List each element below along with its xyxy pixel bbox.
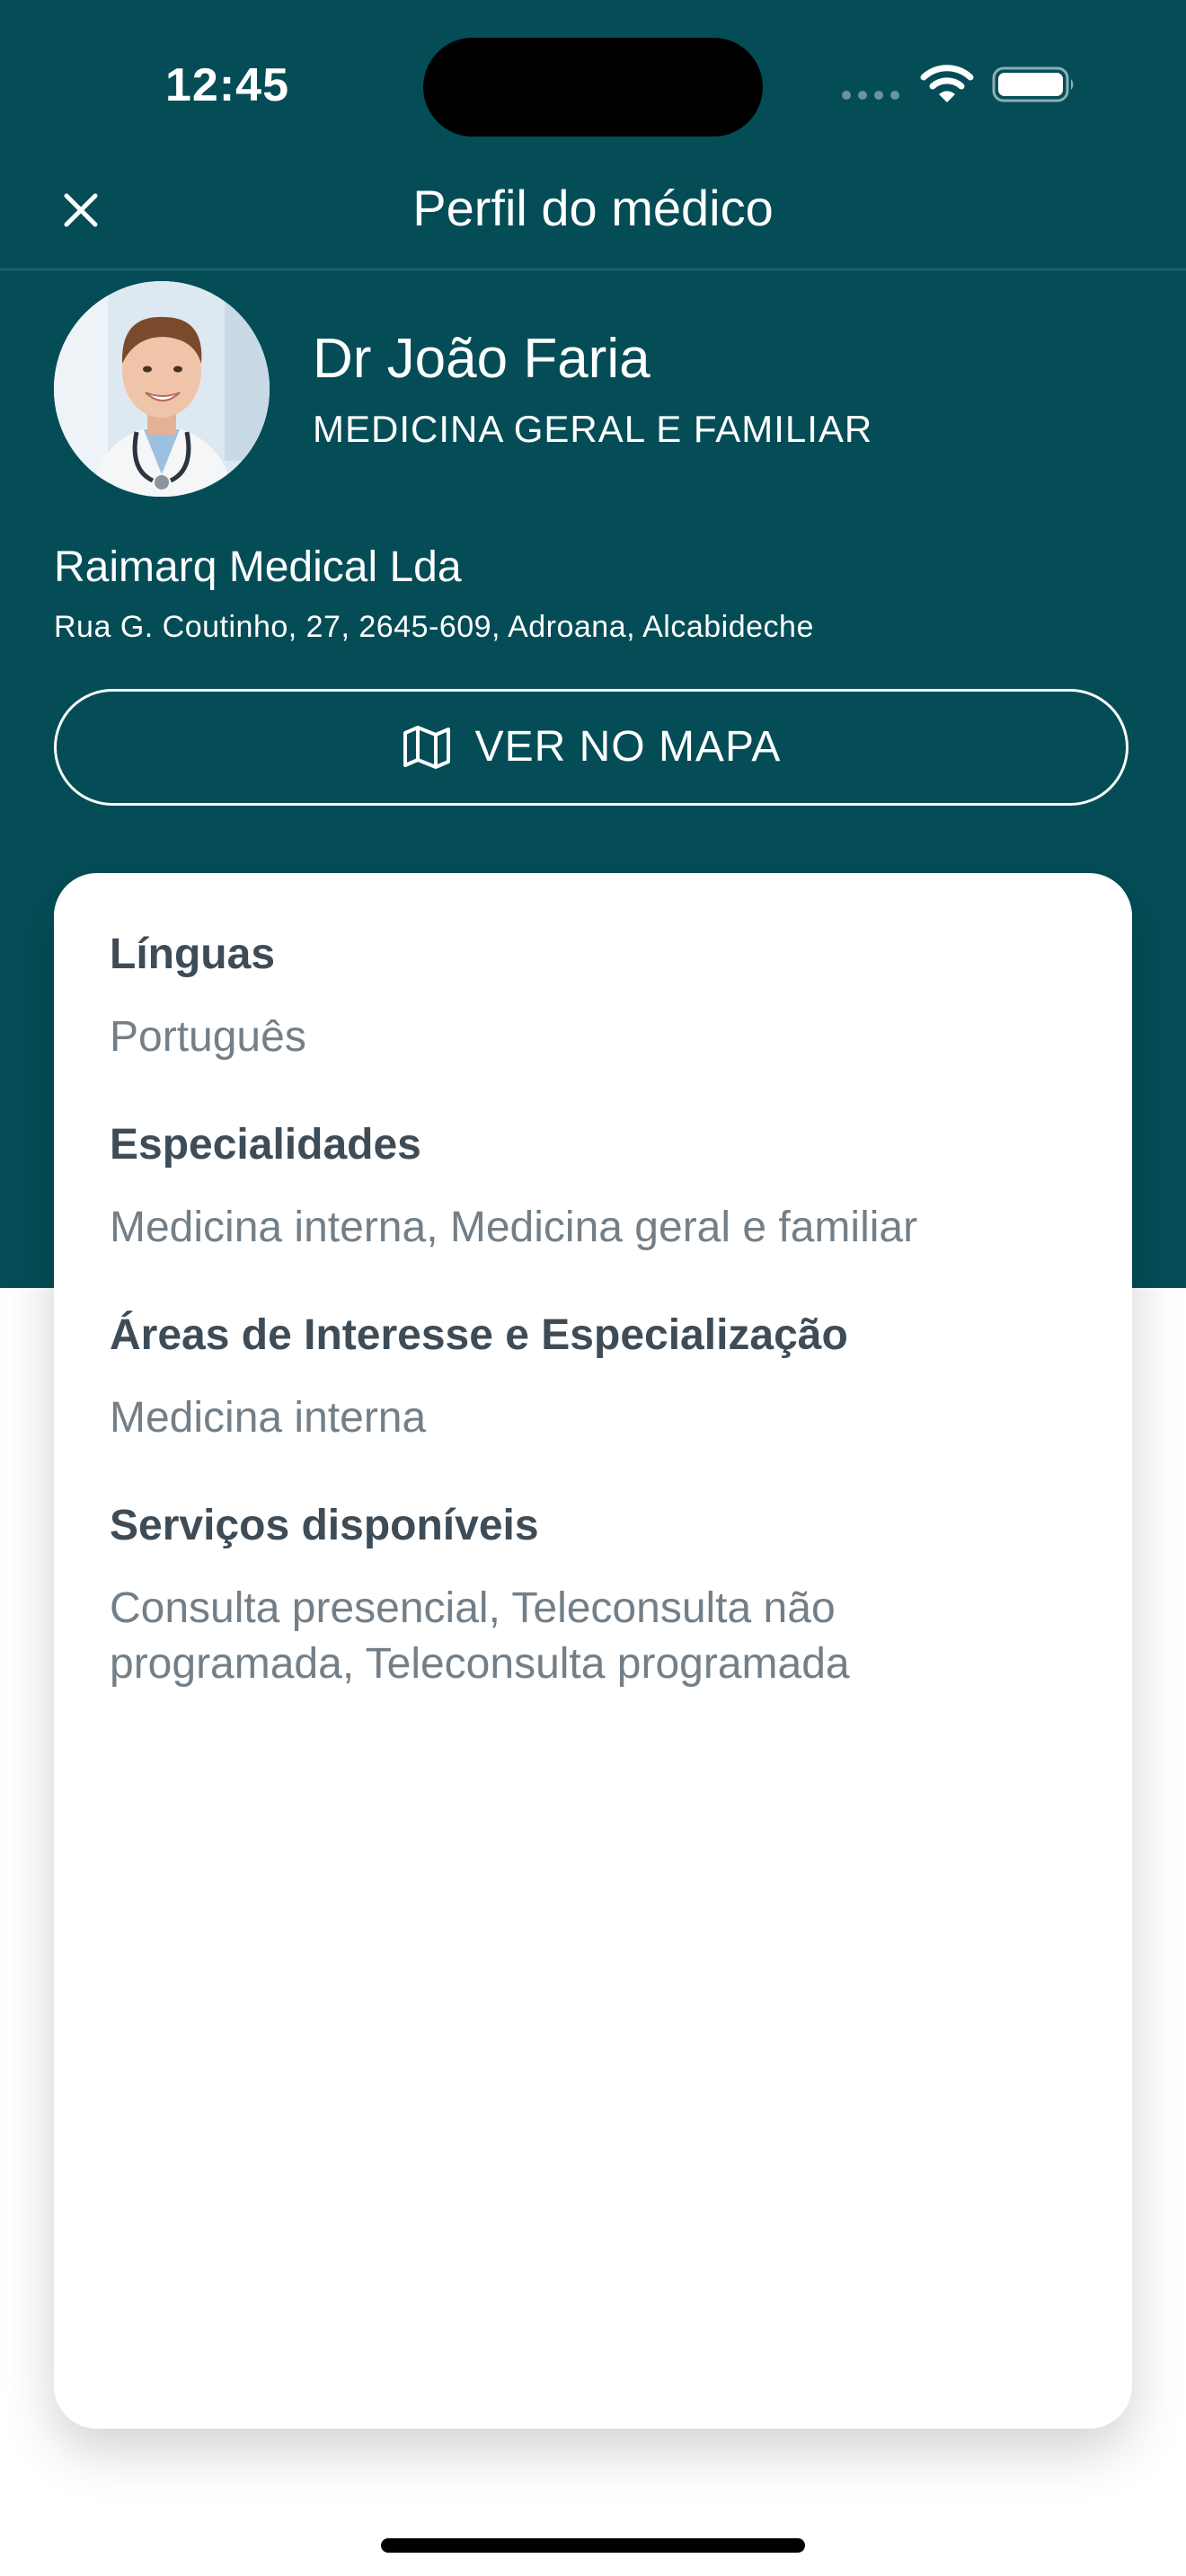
header-divider [0,269,1186,270]
services-title: Serviços disponíveis [110,1502,539,1549]
languages-title: Línguas [110,931,276,978]
interest-areas-title: Áreas de Interesse e Especialização [110,1311,848,1359]
clinic-address: Rua G. Coutinho, 27, 2645-609, Adroana, … [54,610,814,644]
interest-areas-value: Medicina interna [110,1394,427,1442]
doctor-name: Dr João Faria [313,328,651,390]
languages-value: Português [110,1013,306,1061]
dynamic-island [423,38,763,137]
wifi-icon [920,65,974,102]
view-on-map-label: VER NO MAPA [474,723,782,771]
specialties-title: Especialidades [110,1121,421,1169]
services-value: Consulta presencial, Teleconsulta não pr… [110,1584,850,1688]
specialties-value: Medicina interna, Medicina geral e famil… [110,1204,918,1251]
page-title: Perfil do médico [412,180,774,236]
close-icon[interactable] [61,190,101,230]
home-indicator[interactable] [381,2538,805,2553]
battery-icon [992,66,1074,102]
view-on-map-button[interactable]: VER NO MAPA [54,689,1128,806]
map-icon [403,726,450,769]
cellular-signal-icon [842,91,899,100]
status-time: 12:45 [165,59,289,111]
doctor-avatar [54,281,270,497]
doctor-specialty: MEDICINA GERAL E FAMILIAR [313,408,873,450]
clinic-name: Raimarq Medical Lda [54,543,462,591]
